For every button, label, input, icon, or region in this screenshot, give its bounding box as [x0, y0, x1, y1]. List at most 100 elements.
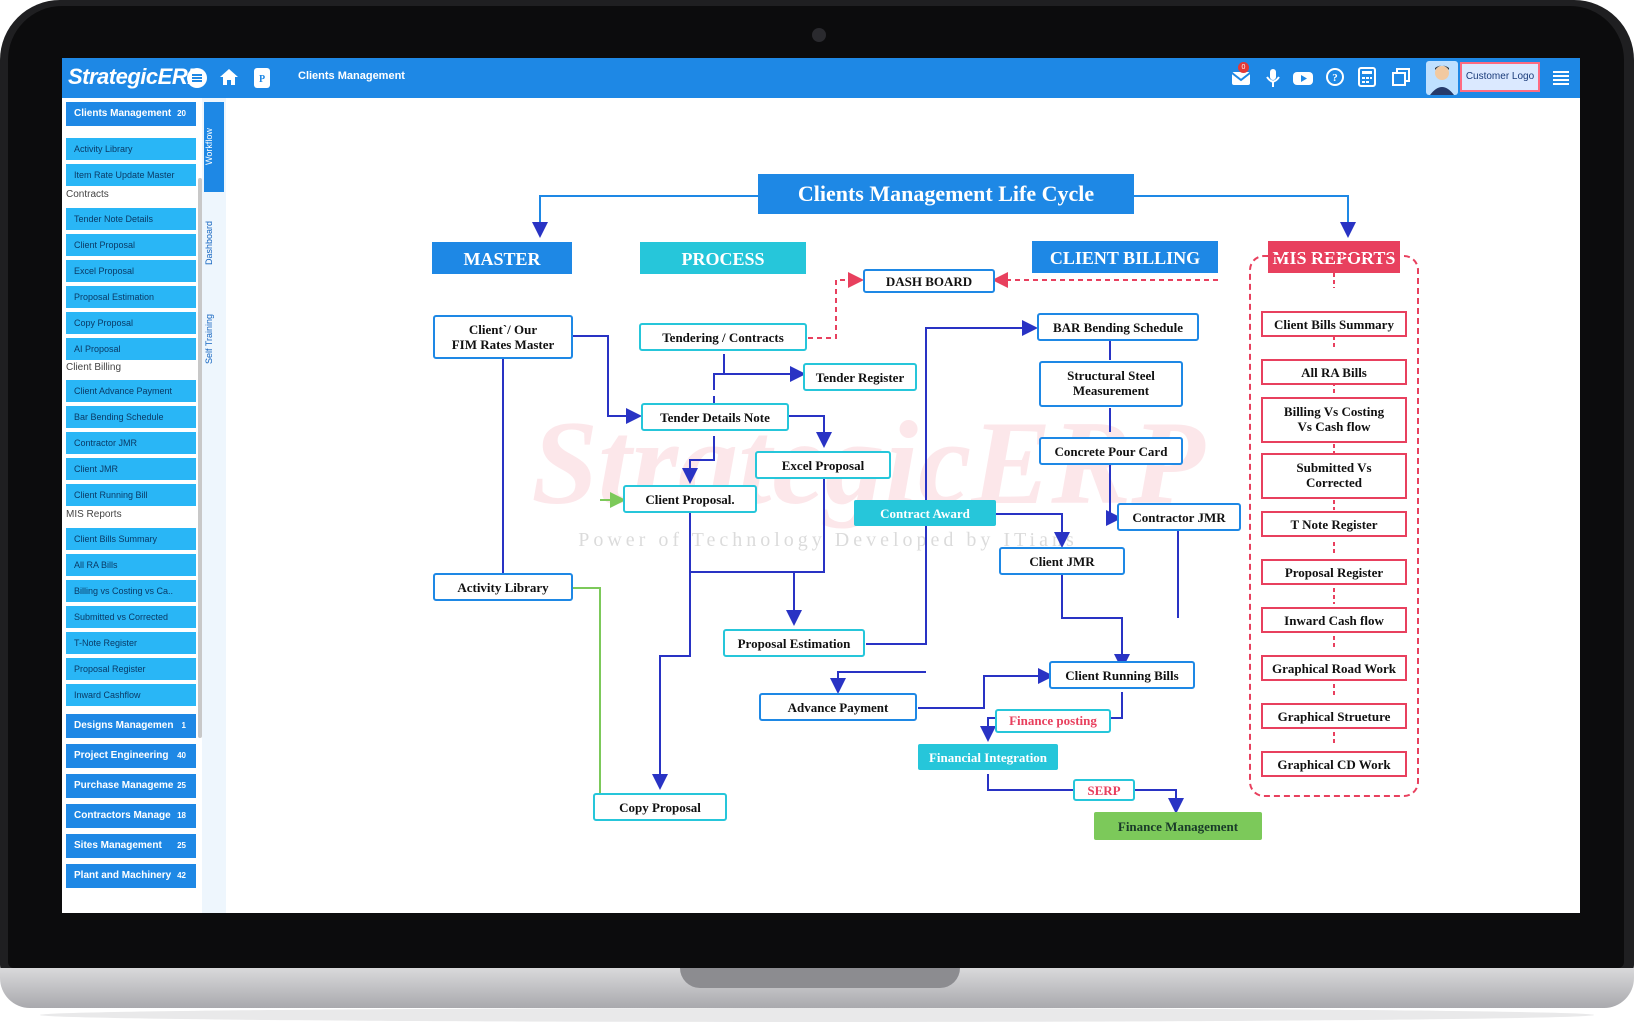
svg-text:Vs Cash flow: Vs Cash flow	[1298, 419, 1372, 434]
tab-workflow[interactable]: Workflow	[204, 102, 224, 192]
node-contractor-jmr[interactable]: Contractor JMR	[1117, 503, 1241, 531]
node-proposal-estimation[interactable]: Proposal Estimation	[723, 629, 865, 657]
node-financial-integration[interactable]: Financial Integration	[918, 744, 1058, 770]
node-excel-proposal[interactable]: Excel Proposal	[755, 451, 891, 479]
node-fim-rates-master[interactable]: Client`/ Our FIM Rates Master	[433, 315, 573, 359]
svg-text:Client`/ Our: Client`/ Our	[469, 322, 537, 337]
sidebar-item[interactable]: Client Advance Payment	[66, 380, 196, 402]
svg-text:Client Running Bills: Client Running Bills	[1065, 668, 1178, 683]
brand-logo[interactable]: StrategicERP	[68, 64, 202, 90]
svg-text:Copy Proposal: Copy Proposal	[619, 800, 701, 815]
sidebar-item[interactable]: Bar Bending Schedule	[66, 406, 196, 428]
svg-text:Activity Library: Activity Library	[457, 580, 549, 595]
sidebar-module[interactable]: Purchase Manageme 25	[66, 774, 196, 798]
mis-node[interactable]: Client Bills Summary	[1261, 311, 1407, 337]
column-client-billing-label: CLIENT BILLING	[1050, 248, 1200, 268]
sidebar-item[interactable]: Inward Cashflow	[66, 684, 196, 706]
sidebar-module[interactable]: Sites Management 25	[66, 834, 196, 858]
sidebar-module[interactable]: Designs Managemen 1	[66, 714, 196, 738]
sidebar-module[interactable]: Project Engineering 40	[66, 744, 196, 768]
svg-text:Proposal Estimation: Proposal Estimation	[738, 636, 852, 651]
lifecycle-diagram: StrategicERP Power of Technology Develop…	[432, 174, 1419, 840]
mis-node[interactable]: Graphical Strueture	[1261, 703, 1407, 729]
sidebar-item[interactable]: Excel Proposal	[66, 260, 196, 282]
sidebar-item[interactable]: Item Rate Update Master	[66, 164, 196, 186]
mis-node[interactable]: Billing Vs Costing Vs Cash flow	[1261, 397, 1407, 443]
svg-text:Concrete Pour Card: Concrete Pour Card	[1055, 444, 1169, 459]
svg-text:Finance posting: Finance posting	[1009, 713, 1097, 728]
node-dashboard[interactable]: DASH BOARD	[863, 269, 995, 293]
node-contract-award[interactable]: Contract Award	[854, 500, 996, 526]
mis-node[interactable]: Graphical CD Work	[1261, 751, 1407, 777]
mis-node[interactable]: Proposal Register	[1261, 559, 1407, 585]
node-tender-details-note[interactable]: Tender Details Note	[641, 403, 789, 431]
customer-logo[interactable]: Customer Logo	[1460, 62, 1540, 92]
tab-dashboard[interactable]: Dashboard	[204, 198, 224, 288]
list-icon[interactable]	[1550, 67, 1572, 89]
notification-badge: 0	[1238, 62, 1249, 73]
node-concrete-pour-card[interactable]: Concrete Pour Card	[1039, 437, 1183, 465]
sidebar-item[interactable]: T-Note Register	[66, 632, 196, 654]
calculator-icon[interactable]	[1356, 67, 1378, 89]
node-tender-register[interactable]: Tender Register	[803, 363, 917, 391]
node-client-jmr[interactable]: Client JMR	[999, 547, 1125, 575]
svg-text:Tender Register: Tender Register	[816, 370, 905, 385]
mis-node[interactable]: All RA Bills	[1261, 359, 1407, 385]
svg-text:Excel Proposal: Excel Proposal	[782, 458, 865, 473]
node-client-running-bills[interactable]: Client Running Bills	[1049, 661, 1195, 689]
node-serp[interactable]: SERP	[1073, 779, 1135, 801]
sidebar-item[interactable]: Proposal Estimation	[66, 286, 196, 308]
sidebar-item[interactable]: Client Bills Summary	[66, 528, 196, 550]
node-finance-management[interactable]: Finance Management	[1094, 812, 1262, 840]
node-finance-posting[interactable]: Finance posting	[995, 709, 1111, 733]
svg-text:Finance Management: Finance Management	[1118, 819, 1239, 834]
tab-self-training[interactable]: Self Training	[204, 294, 224, 384]
node-copy-proposal[interactable]: Copy Proposal	[593, 793, 727, 821]
mis-node[interactable]: T Note Register	[1261, 511, 1407, 537]
sidebar-item[interactable]: Client JMR	[66, 458, 196, 480]
svg-text:Graphical Strueture: Graphical Strueture	[1278, 709, 1391, 724]
sidebar-group-title: MIS Reports	[66, 509, 122, 520]
camera	[812, 28, 826, 42]
menu-icon[interactable]	[186, 67, 208, 89]
svg-text:Contractor JMR: Contractor JMR	[1132, 510, 1226, 525]
sidebar-item[interactable]: Client Proposal	[66, 234, 196, 256]
mis-node[interactable]: Inward Cash flow	[1261, 607, 1407, 633]
node-structural-steel[interactable]: Structural Steel Measurement	[1039, 361, 1183, 407]
copy-icon[interactable]	[1390, 67, 1412, 89]
sidebar-module-label: Plant and Machinery	[74, 870, 172, 881]
sidebar: Clients Management 20 Activity Library I…	[62, 98, 202, 913]
home-icon[interactable]	[218, 67, 240, 89]
vertical-tabs: Workflow Dashboard Self Training	[202, 98, 226, 913]
sidebar-module-count: 25	[177, 841, 186, 850]
sidebar-item[interactable]: Submitted vs Corrected	[66, 606, 196, 628]
sidebar-item[interactable]: AI Proposal	[66, 338, 196, 360]
help-icon[interactable]: ?	[1324, 67, 1346, 89]
node-activity-library[interactable]: Activity Library	[433, 573, 573, 601]
sidebar-item[interactable]: Contractor JMR	[66, 432, 196, 454]
node-bar-bending-schedule[interactable]: BAR Bending Schedule	[1037, 313, 1199, 341]
sidebar-item[interactable]: Billing vs Costing vs Ca..	[66, 580, 196, 602]
sidebar-item[interactable]: All RA Bills	[66, 554, 196, 576]
sidebar-module[interactable]: Contractors Manage 18	[66, 804, 196, 828]
mis-node[interactable]: Submitted Vs Corrected	[1261, 453, 1407, 499]
sidebar-module-count: 25	[177, 781, 186, 790]
p-badge-icon[interactable]: P	[251, 67, 273, 89]
sidebar-module-count: 1	[181, 721, 186, 730]
screen: StrategicERP P Clients Management 0 ? Cu…	[62, 58, 1580, 913]
youtube-icon[interactable]	[1292, 67, 1314, 89]
node-advance-payment[interactable]: Advance Payment	[759, 693, 917, 721]
sidebar-item[interactable]: Proposal Register	[66, 658, 196, 680]
diagram-title: Clients Management Life Cycle	[798, 181, 1095, 206]
sidebar-module[interactable]: Plant and Machinery 42	[66, 864, 196, 888]
sidebar-item[interactable]: Copy Proposal	[66, 312, 196, 334]
sidebar-item[interactable]: Tender Note Details	[66, 208, 196, 230]
node-client-proposal[interactable]: Client Proposal.	[623, 485, 757, 513]
mis-node[interactable]: Graphical Road Work	[1261, 655, 1407, 681]
sidebar-header-clients-management[interactable]: Clients Management 20	[66, 102, 196, 126]
user-avatar[interactable]	[1426, 61, 1458, 95]
mic-icon[interactable]	[1262, 67, 1284, 89]
sidebar-item[interactable]: Activity Library	[66, 138, 196, 160]
sidebar-item[interactable]: Client Running Bill	[66, 484, 196, 506]
node-tendering-contracts[interactable]: Tendering / Contracts	[639, 323, 807, 351]
